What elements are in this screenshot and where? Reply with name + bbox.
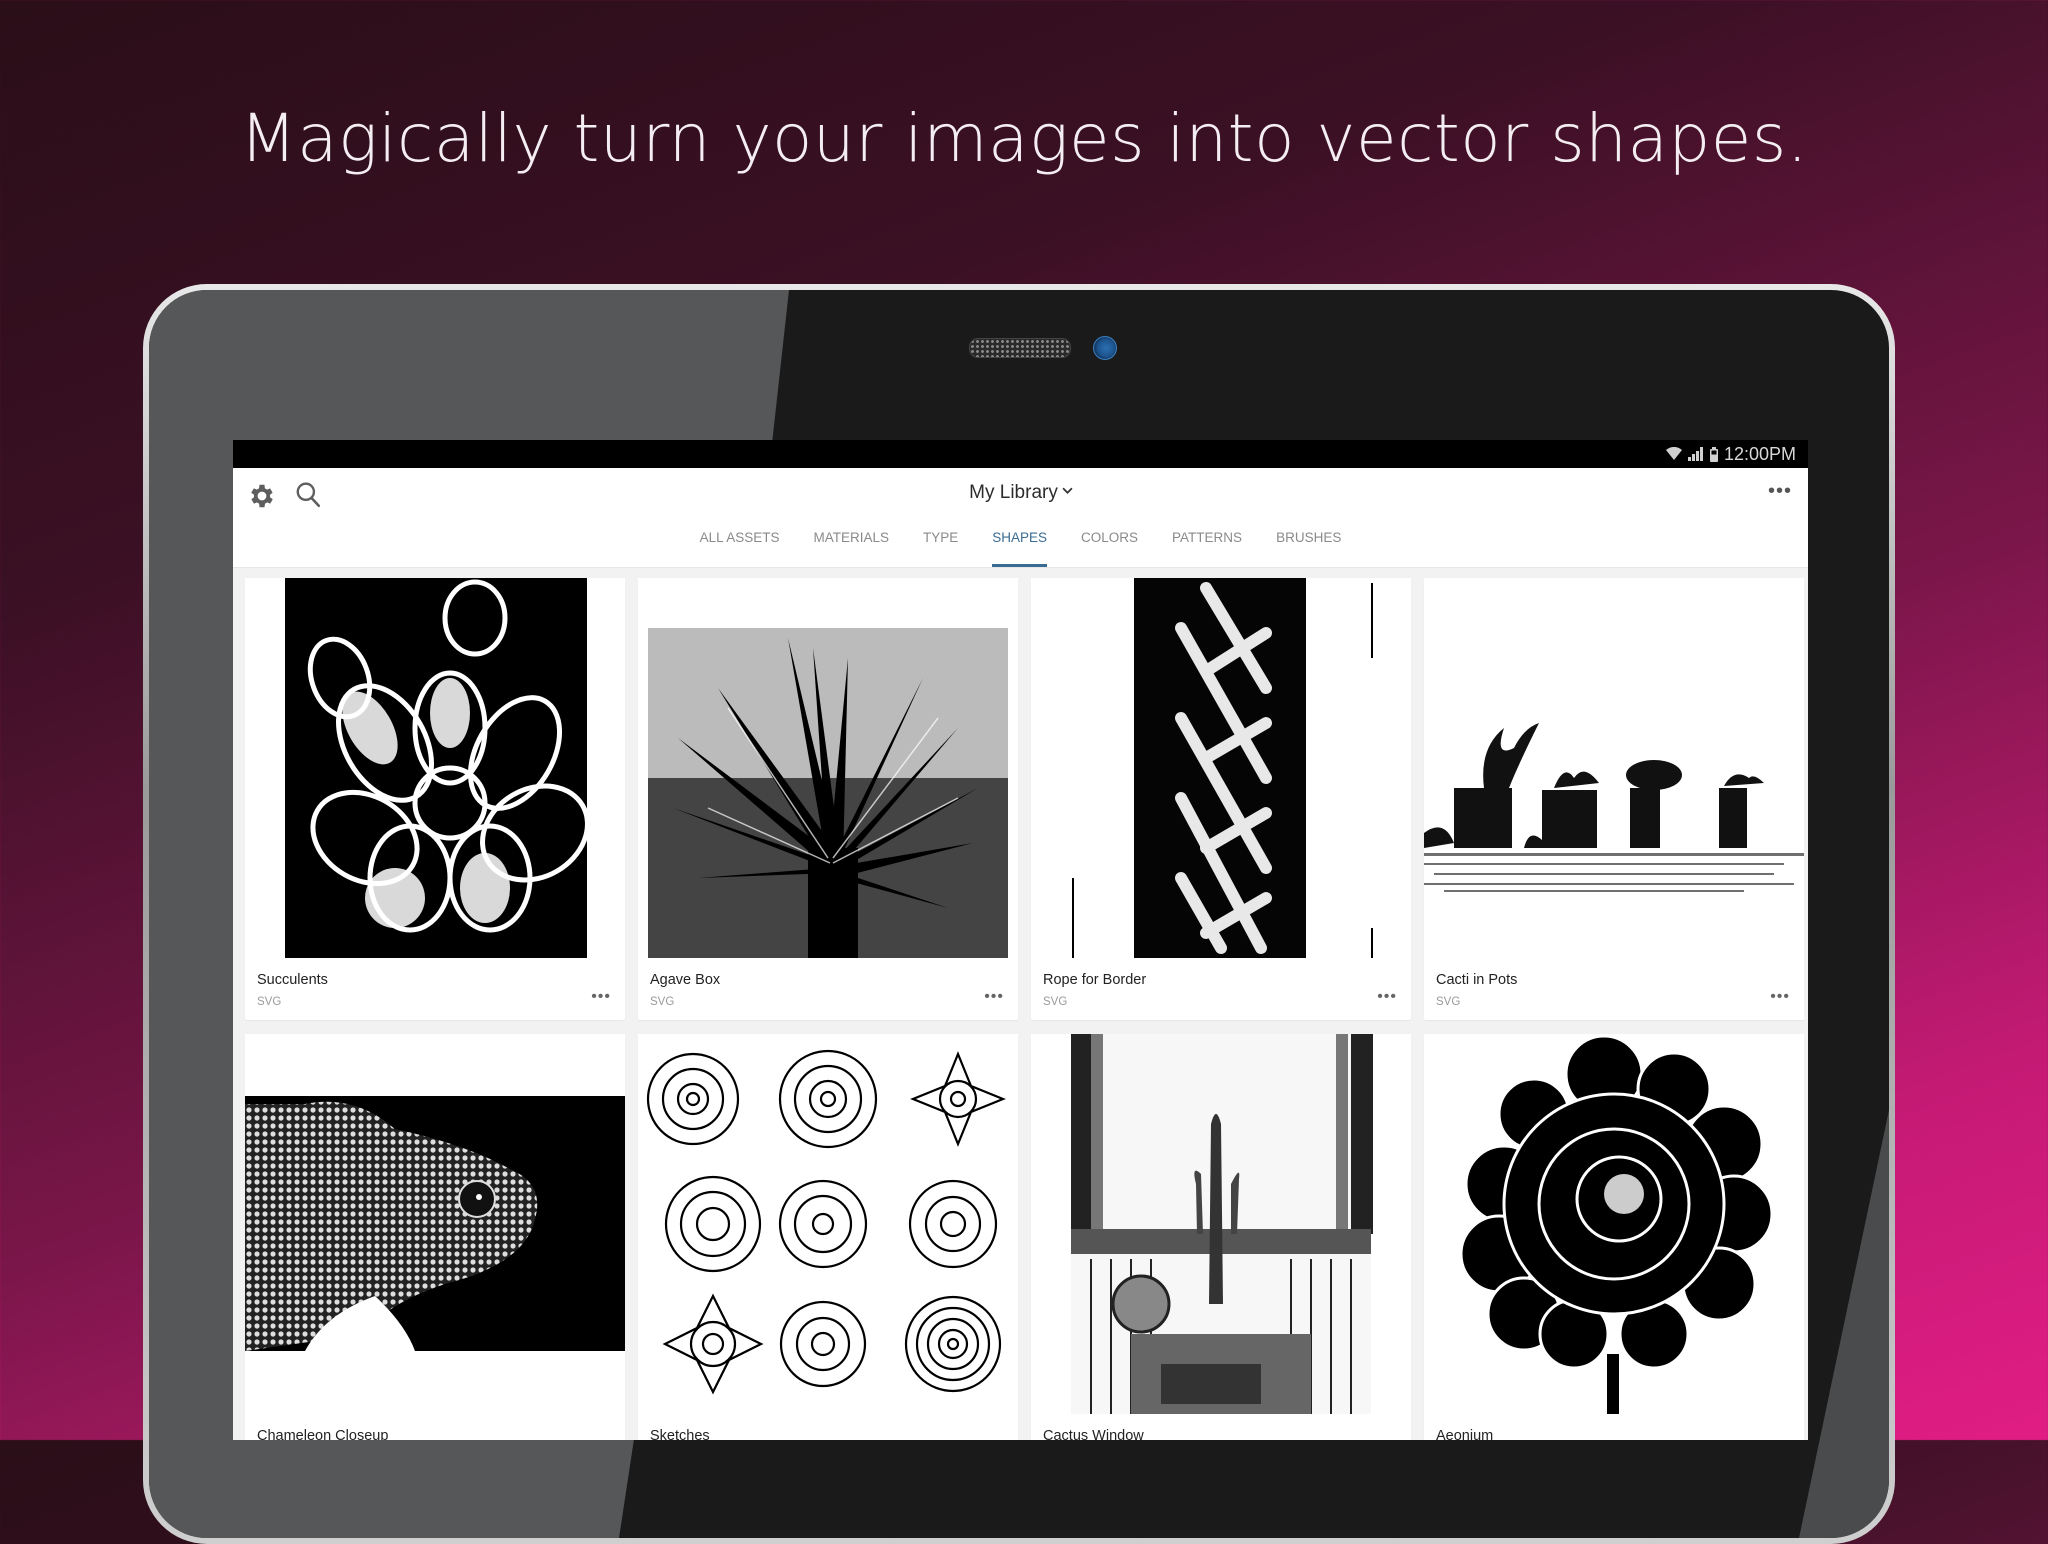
asset-type: SVG [257, 996, 282, 1008]
speaker-grille [969, 338, 1071, 358]
asset-card[interactable]: Agave Box SVG ••• [638, 578, 1018, 1020]
asset-more-button[interactable]: ••• [591, 989, 611, 1005]
asset-type: SVG [650, 996, 675, 1008]
asset-card[interactable]: Succulents SVG ••• [245, 578, 625, 1020]
asset-card[interactable]: Sketches SVG ••• [638, 1034, 1018, 1440]
library-selector[interactable]: My Library [233, 480, 1808, 504]
chevron-down-icon [1062, 480, 1073, 494]
asset-name: Cacti in Pots [1436, 972, 1518, 988]
tab-brushes[interactable]: BRUSHES [1259, 520, 1358, 567]
asset-card[interactable]: Aeonium SVG ••• [1424, 1034, 1804, 1440]
asset-card[interactable]: Rope for Border SVG ••• [1031, 578, 1411, 1020]
asset-name: Cactus Window [1043, 1428, 1144, 1440]
battery-icon [1709, 446, 1718, 462]
cacti-pots-image [1424, 578, 1804, 958]
asset-card[interactable]: Cacti in Pots SVG ••• [1424, 578, 1804, 1020]
asset-name: Succulents [257, 972, 328, 988]
front-camera [1093, 336, 1117, 360]
more-options-button[interactable]: ••• [1768, 481, 1792, 501]
succulents-image [245, 578, 625, 958]
tab-shapes[interactable]: SHAPES [975, 520, 1064, 567]
tab-colors[interactable]: COLORS [1064, 520, 1155, 567]
app-screen: 12:00PM My Library ••• ALL ASSETS MATERI… [233, 440, 1808, 1440]
chameleon-image [245, 1034, 625, 1414]
tab-patterns[interactable]: PATTERNS [1155, 520, 1259, 567]
sketches-image [638, 1034, 1018, 1414]
asset-card[interactable]: Chameleon Closeup SVG ••• [245, 1034, 625, 1440]
tab-materials[interactable]: MATERIALS [796, 520, 906, 567]
asset-type: SVG [1436, 996, 1461, 1008]
library-title: My Library [969, 482, 1058, 503]
rope-image [1031, 578, 1411, 958]
cactus-window-image [1031, 1034, 1411, 1414]
aeonium-image [1424, 1034, 1804, 1414]
asset-card[interactable]: Cactus Window SVG ••• [1031, 1034, 1411, 1440]
asset-name: Sketches [650, 1428, 710, 1440]
asset-grid: Succulents SVG ••• Agave Box SVG ••• Rop… [245, 578, 1805, 1440]
status-bar: 12:00PM [233, 440, 1808, 468]
asset-tabs: ALL ASSETS MATERIALS TYPE SHAPES COLORS … [233, 520, 1808, 567]
app-header: My Library ••• ALL ASSETS MATERIALS TYPE… [233, 468, 1808, 568]
signal-icon [1687, 447, 1704, 461]
asset-more-button[interactable]: ••• [1770, 989, 1790, 1005]
asset-type: SVG [1043, 996, 1068, 1008]
asset-name: Rope for Border [1043, 972, 1147, 988]
asset-more-button[interactable]: ••• [1377, 989, 1397, 1005]
headline: Magically turn your images into vector s… [239, 100, 1809, 177]
status-time: 12:00PM [1723, 443, 1796, 464]
asset-name: Agave Box [650, 972, 721, 988]
tab-type[interactable]: TYPE [906, 520, 975, 567]
tab-all-assets[interactable]: ALL ASSETS [683, 520, 797, 567]
asset-name: Chameleon Closeup [257, 1428, 389, 1440]
wifi-icon [1665, 447, 1682, 461]
asset-name: Aeonium [1436, 1428, 1494, 1440]
agave-image [638, 578, 1018, 958]
asset-more-button[interactable]: ••• [984, 989, 1004, 1005]
